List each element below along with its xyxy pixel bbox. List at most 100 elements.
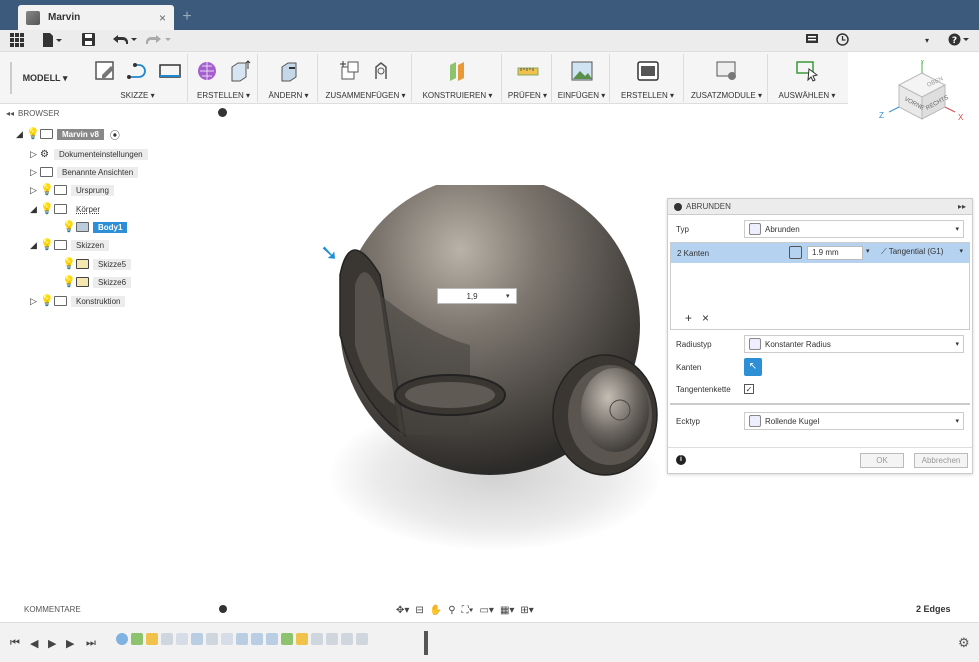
timeline-feature[interactable] [326, 633, 338, 645]
orbit-icon[interactable]: ✥▾ [396, 605, 409, 616]
tree-item-origin[interactable]: ▷ 💡 Ursprung [30, 182, 114, 198]
tangent-weight-select[interactable]: ⟋ Tangential (G1) [881, 247, 943, 257]
timeline-feature[interactable] [266, 633, 278, 645]
comments-panel-header[interactable]: KOMMENTARE [0, 600, 235, 618]
lightbulb-icon[interactable]: 💡 [62, 258, 76, 270]
expand-arrow-icon[interactable]: ▷ [30, 185, 40, 196]
ribbon-group-assemble[interactable]: ZUSAMMENFÜGEN ▾ [320, 54, 412, 102]
offset-plane-icon[interactable] [446, 59, 470, 83]
document-tab[interactable]: Marvin × [18, 5, 174, 30]
tree-item-skizze5[interactable]: 💡 Skizze5 [62, 256, 132, 272]
viewports-icon[interactable]: ⊞▾ [520, 605, 533, 616]
ok-button[interactable]: OK [860, 453, 904, 468]
tree-item-skizze6[interactable]: 💡 Skizze6 [62, 274, 132, 290]
chevron-down-icon[interactable]: ▾ [866, 247, 870, 255]
timeline-feature[interactable] [221, 633, 233, 645]
radius-manipulator-value[interactable]: 1,9 [438, 292, 506, 301]
timeline-feature[interactable] [191, 633, 203, 645]
radius-manipulator-input[interactable]: 1,9 ▾ [437, 288, 517, 304]
remove-edge-set-button[interactable]: × [702, 311, 709, 325]
timeline-feature[interactable] [236, 633, 248, 645]
zoom-icon[interactable]: ⚲ [448, 605, 455, 616]
expand-arrow-icon[interactable]: ◢ [16, 129, 26, 140]
ribbon-group-addins[interactable]: ZUSATZMODULE ▾ [686, 54, 768, 102]
expand-arrow-icon[interactable]: ▷ [30, 296, 40, 307]
lightbulb-icon[interactable]: 💡 [40, 203, 54, 215]
timeline-marker[interactable] [424, 631, 428, 655]
grid-icon[interactable] [10, 33, 24, 49]
ribbon-group-construct[interactable]: KONSTRUIEREN ▾ [414, 54, 502, 102]
chevron-down-icon[interactable]: ▾ [506, 292, 516, 300]
timeline-feature[interactable] [116, 633, 128, 645]
grid-settings-icon[interactable]: ▦▾ [500, 605, 514, 616]
timeline-play-button[interactable]: ▶ [48, 637, 56, 650]
timeline-first-button[interactable]: ⏮ [10, 637, 20, 650]
tangent-chain-checkbox[interactable]: ✓ [744, 384, 754, 394]
timeline-feature[interactable] [311, 633, 323, 645]
account-dropdown-icon[interactable]: ▾ [925, 33, 929, 49]
timeline-feature[interactable] [296, 633, 308, 645]
edge-set-row[interactable]: 2 Kanten 1.9 mm ▾ ⟋ Tangential (G1) ▾ [671, 243, 969, 263]
expand-arrow-icon[interactable]: ◢ [30, 204, 40, 215]
chevron-down-icon[interactable]: ▾ [959, 247, 963, 255]
ribbon-group-make[interactable]: ERSTELLEN ▾ [612, 54, 684, 102]
tree-item-body1[interactable]: 💡 Body1 [62, 219, 128, 235]
browser-visibility-icon[interactable] [218, 108, 227, 117]
create-sketch-icon[interactable] [94, 59, 118, 83]
expand-arrow-icon[interactable]: ▷ [30, 167, 40, 178]
timeline-prev-button[interactable]: ◀ [30, 637, 38, 650]
timeline-next-button[interactable]: ▶ [66, 637, 74, 650]
select-icon[interactable] [795, 59, 819, 83]
timeline-feature[interactable] [161, 633, 173, 645]
expand-arrow-icon[interactable]: ▷ [30, 149, 40, 160]
form-icon[interactable] [196, 59, 220, 83]
pan-icon[interactable]: ✋ [430, 605, 442, 616]
tree-root[interactable]: ◢ 💡 Marvin v8 ⦿ [16, 126, 120, 142]
tree-item-sketches[interactable]: ◢ 💡 Skizzen [30, 237, 110, 253]
activate-radio-icon[interactable]: ⦿ [110, 127, 120, 142]
tree-item-bodies[interactable]: ◢ 💡 Körper [30, 201, 105, 217]
timeline-feature[interactable] [146, 633, 158, 645]
look-at-icon[interactable]: ⊟ [415, 605, 423, 616]
timeline-feature[interactable] [356, 633, 368, 645]
chevron-down-icon[interactable]: ▾ [955, 417, 959, 425]
workspace-switcher[interactable]: MODELL ▾ [10, 62, 78, 94]
edge-select-button[interactable]: ↖ [744, 358, 762, 376]
file-icon[interactable] [42, 33, 62, 49]
lightbulb-icon[interactable]: 💡 [40, 184, 54, 196]
timeline-last-button[interactable]: ⏭ [86, 637, 96, 650]
ribbon-group-create[interactable]: ERSTELLEN ▾ [190, 54, 258, 102]
ribbon-group-inspect[interactable]: PRÜFEN ▾ [504, 54, 552, 102]
expand-dialog-icon[interactable]: ▸▸ [958, 202, 966, 211]
lightbulb-icon[interactable]: 💡 [62, 221, 76, 233]
help-icon[interactable]: ? [948, 33, 970, 49]
lightbulb-icon[interactable]: 💡 [40, 295, 54, 307]
timeline-feature[interactable] [131, 633, 143, 645]
ribbon-group-modify[interactable]: ÄNDERN ▾ [260, 54, 318, 102]
collapse-browser-icon[interactable]: ◂◂ [6, 109, 14, 118]
timeline-feature[interactable] [281, 633, 293, 645]
chevron-down-icon[interactable]: ▾ [955, 340, 959, 348]
line-icon[interactable] [126, 59, 150, 83]
redo-icon[interactable] [146, 33, 172, 49]
lightbulb-icon[interactable]: 💡 [40, 239, 54, 251]
timeline-settings-icon[interactable]: ⚙ [958, 635, 970, 651]
rectangle-icon[interactable] [158, 59, 182, 83]
tree-item-construction[interactable]: ▷ 💡 Konstruktion [30, 293, 126, 309]
tree-item-named-views[interactable]: ▷ Benannte Ansichten [30, 164, 139, 180]
press-pull-icon[interactable] [277, 59, 301, 83]
timeline-feature[interactable] [251, 633, 263, 645]
timeline-feature[interactable] [206, 633, 218, 645]
add-edge-set-button[interactable]: + [685, 311, 692, 325]
expand-arrow-icon[interactable]: ◢ [30, 240, 40, 251]
scripts-icon[interactable] [715, 59, 739, 83]
fit-icon[interactable]: ⛶▾ [462, 605, 474, 616]
lightbulb-icon[interactable]: 💡 [26, 128, 40, 140]
3d-model-body[interactable] [320, 185, 660, 495]
timeline-feature[interactable] [341, 633, 353, 645]
comments-visibility-icon[interactable] [219, 605, 227, 613]
save-icon[interactable] [82, 33, 95, 49]
ribbon-group-sketch[interactable]: SKIZZE ▾ [88, 54, 188, 102]
new-component-icon[interactable] [338, 59, 362, 83]
3d-print-icon[interactable] [636, 59, 660, 83]
